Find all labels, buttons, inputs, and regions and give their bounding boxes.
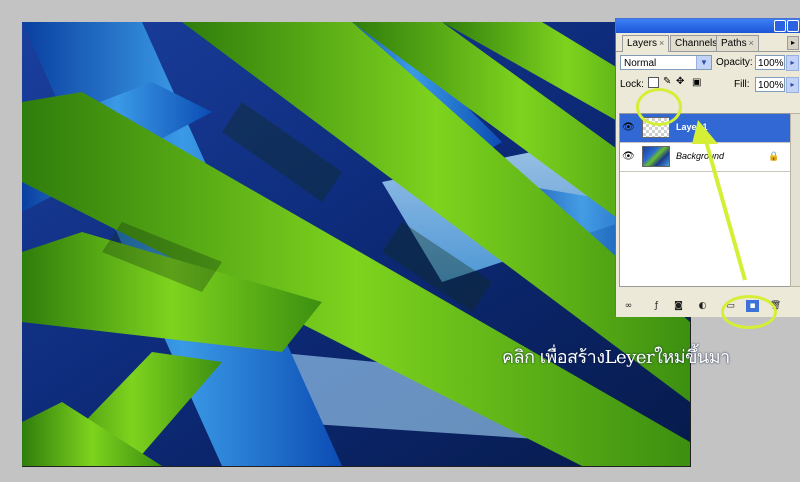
- fill-arrow-icon[interactable]: ▸: [786, 77, 799, 93]
- lock-icon: 🔒: [768, 152, 780, 162]
- lock-all-icon[interactable]: ▣: [692, 77, 701, 88]
- eye-icon[interactable]: 👁: [622, 151, 635, 163]
- link-icon[interactable]: ∞: [622, 300, 635, 312]
- close-icon[interactable]: [787, 20, 799, 32]
- palette-tabs: Layers× Channels× Paths× ▸: [616, 33, 800, 52]
- tab-layers[interactable]: Layers ×: [622, 35, 670, 52]
- layer-style-icon[interactable]: ƒ: [650, 300, 663, 312]
- annotation-text: คลิก เพื่อสร้างLeyerใหม่ขึ้นมา: [502, 347, 730, 368]
- tab-paths[interactable]: Paths ×: [716, 35, 759, 51]
- tab-close-icon[interactable]: ×: [659, 38, 664, 48]
- opacity-label: Opacity:: [716, 57, 753, 68]
- blend-mode-value: Normal: [624, 58, 657, 69]
- highlight-circle-new-layer: [721, 295, 777, 329]
- lock-transparency-icon[interactable]: [648, 77, 659, 88]
- lock-move-icon[interactable]: ✥: [676, 76, 684, 87]
- blend-mode-select[interactable]: Normal ▼: [620, 55, 712, 70]
- tab-label: Paths: [721, 38, 747, 49]
- tab-label: Channels: [675, 38, 718, 49]
- mask-icon[interactable]: ◙: [672, 300, 685, 312]
- minimize-icon[interactable]: [774, 20, 786, 32]
- palette-menu-button[interactable]: ▸: [787, 36, 799, 50]
- leaf-photo: [22, 22, 690, 466]
- opacity-field[interactable]: 100%: [755, 55, 785, 70]
- lock-label: Lock:: [620, 79, 644, 90]
- highlight-circle-layer: [636, 88, 682, 126]
- image-canvas[interactable]: [22, 22, 691, 467]
- opacity-arrow-icon[interactable]: ▸: [786, 55, 799, 71]
- fill-label: Fill:: [734, 79, 750, 90]
- layers-scrollbar[interactable]: [790, 113, 800, 287]
- fill-value: 100%: [758, 80, 784, 91]
- blend-row: Normal ▼ Opacity: 100% ▸: [616, 53, 800, 73]
- adjustment-icon[interactable]: ◐: [696, 300, 709, 312]
- palette-titlebar[interactable]: [616, 19, 800, 33]
- fill-field[interactable]: 100%: [755, 77, 785, 92]
- tab-label: Layers: [627, 38, 658, 49]
- annotation-arrow: [692, 120, 747, 281]
- opacity-value: 100%: [758, 58, 784, 69]
- eye-icon[interactable]: 👁: [622, 122, 635, 134]
- chevron-down-icon[interactable]: ▼: [696, 56, 711, 69]
- tab-close-icon[interactable]: ×: [749, 38, 754, 48]
- layer-thumbnail: [642, 146, 670, 167]
- lock-brush-icon[interactable]: ✎: [663, 76, 671, 87]
